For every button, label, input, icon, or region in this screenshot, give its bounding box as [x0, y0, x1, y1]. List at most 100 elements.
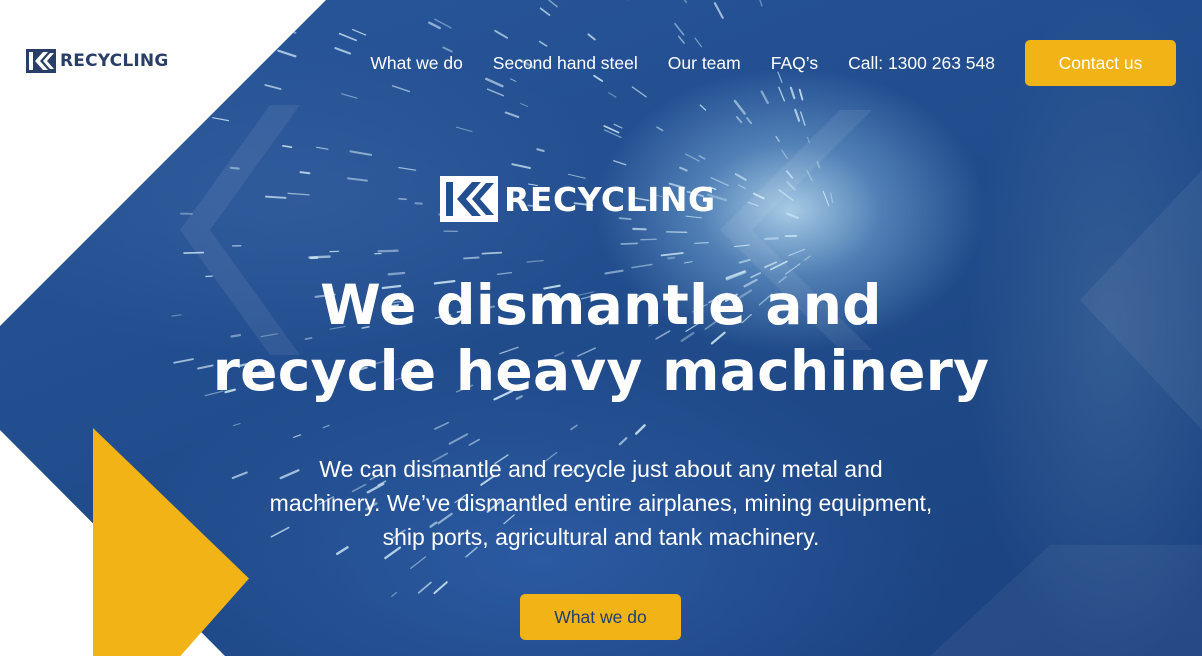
spark-streak — [662, 253, 683, 255]
spark-streak — [700, 105, 705, 110]
spark-streak — [512, 164, 530, 168]
spark-streak — [754, 194, 764, 199]
nav-item-what-we-do[interactable]: What we do — [370, 53, 462, 74]
spark-streak — [747, 118, 751, 123]
hero-description: We can dismantle and recycle just about … — [210, 452, 992, 554]
spark-streak — [818, 162, 820, 168]
hero-logo: RECYCLING — [440, 176, 716, 222]
spark-streak — [353, 30, 366, 36]
k-arrow-logo-icon — [26, 49, 56, 73]
spark-streak — [537, 149, 543, 151]
spark-streak — [434, 582, 446, 593]
spark-streak — [632, 87, 646, 97]
hero-description-line-2: machinery. We’ve dismantled entire airpl… — [269, 490, 933, 516]
spark-streak — [457, 127, 473, 131]
spark-streak — [411, 557, 426, 569]
spark-streak — [614, 124, 622, 128]
header-logo[interactable]: RECYCLING — [26, 49, 169, 73]
spark-streak — [765, 238, 778, 239]
spark-streak — [266, 197, 286, 198]
spark-streak — [680, 0, 686, 2]
k-arrow-logo-icon — [440, 176, 498, 222]
spark-streak — [686, 154, 699, 161]
spark-streak — [699, 156, 704, 159]
spark-streak — [252, 54, 264, 58]
spark-streak — [282, 28, 295, 33]
spark-streak — [506, 113, 519, 118]
spark-streak — [795, 110, 799, 121]
hero-title-line-1: We dismantle and — [320, 273, 882, 337]
spark-streak — [301, 172, 310, 173]
spark-streak — [213, 118, 229, 121]
spark-streak — [464, 258, 479, 259]
main-navigation: What we do Second hand steel Our team FA… — [340, 40, 1176, 86]
contact-us-button[interactable]: Contact us — [1025, 40, 1176, 86]
spark-streak — [695, 243, 708, 244]
spark-streak — [231, 168, 239, 169]
spark-streak — [668, 258, 674, 259]
spark-streak — [226, 23, 243, 29]
spark-streak — [787, 182, 794, 189]
hero-description-line-1: We can dismantle and recycle just about … — [319, 456, 883, 482]
nav-item-faqs[interactable]: FAQ’s — [771, 53, 818, 74]
spark-streak — [283, 146, 292, 147]
spark-streak — [614, 161, 626, 165]
spark-streak — [779, 87, 785, 101]
spark-streak — [801, 112, 805, 125]
what-we-do-button[interactable]: What we do — [520, 594, 681, 640]
spark-streak — [738, 185, 745, 189]
spark-streak — [620, 438, 627, 444]
hero-description-line-3: ship ports, agricultural and tank machin… — [382, 524, 820, 550]
spark-streak — [776, 137, 779, 142]
spark-streak — [495, 31, 507, 38]
hero-title-line-2: recycle heavy machinery — [212, 339, 990, 403]
spark-streak — [789, 249, 805, 255]
spark-streak — [765, 262, 776, 267]
spark-streak — [435, 423, 448, 429]
spark-streak — [782, 150, 788, 158]
spark-streak — [399, 168, 416, 171]
spark-streak — [482, 253, 501, 254]
spark-streak — [379, 251, 398, 252]
spark-streak — [680, 168, 687, 171]
spark-streak — [621, 243, 637, 244]
spark-streak — [735, 101, 745, 114]
spark-streak — [740, 260, 750, 263]
spark-streak — [675, 24, 684, 35]
page: RECYCLING What we do Second hand steel O… — [0, 0, 1202, 656]
spark-streak — [469, 440, 479, 446]
spark-streak — [758, 0, 762, 6]
spark-streak — [831, 193, 833, 202]
spark-streak — [762, 92, 768, 103]
spark-streak — [392, 593, 397, 597]
spark-streak — [609, 93, 616, 97]
spark-streak — [804, 256, 810, 260]
spark-streak — [807, 171, 812, 181]
spark-streak — [488, 89, 504, 96]
header-logo-wordmark: RECYCLING — [60, 51, 169, 71]
spark-streak — [527, 261, 543, 262]
spark-streak — [288, 193, 309, 195]
spark-streak — [800, 90, 803, 100]
hero-title: We dismantle and recycle heavy machinery — [0, 272, 1202, 404]
spark-streak — [294, 435, 301, 438]
spark-streak — [571, 425, 577, 429]
spark-streak — [342, 94, 357, 98]
spark-streak — [234, 424, 241, 426]
call-phone-link[interactable]: Call: 1300 263 548 — [848, 53, 995, 74]
nav-item-our-team[interactable]: Our team — [668, 53, 741, 74]
spark-streak — [419, 583, 431, 593]
spark-streak — [684, 262, 692, 263]
spark-streak — [657, 127, 663, 130]
spark-streak — [604, 126, 618, 133]
spark-streak — [588, 34, 594, 39]
spark-streak — [823, 192, 828, 206]
nav-item-second-hand-steel[interactable]: Second hand steel — [493, 53, 638, 74]
spark-streak — [779, 190, 793, 200]
spark-streak — [265, 85, 280, 89]
spark-streak — [734, 245, 749, 247]
spark-streak — [521, 104, 528, 107]
spark-streak — [808, 137, 810, 142]
spark-streak — [737, 117, 741, 122]
spark-streak — [348, 178, 367, 180]
